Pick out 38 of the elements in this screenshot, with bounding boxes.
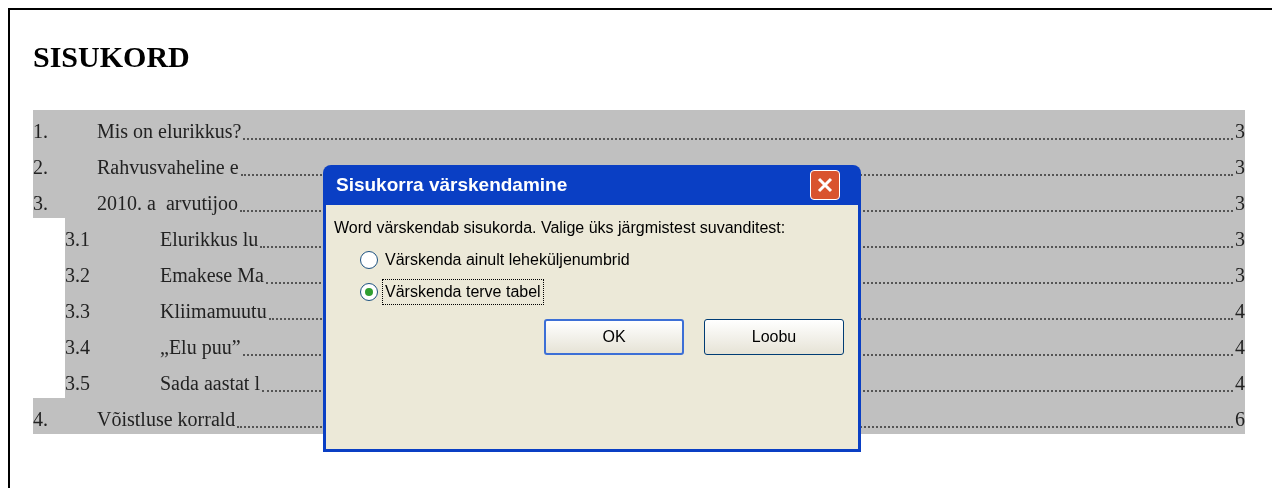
dialog-button[interactable]: Loobu bbox=[704, 319, 844, 355]
dialog-message: Word värskendab sisukorda. Valige üks järgmistest suvanditest: bbox=[334, 218, 787, 238]
close-button[interactable] bbox=[810, 170, 840, 200]
toc-page-number: 3 bbox=[1235, 119, 1245, 144]
toc-page-number: 4 bbox=[1235, 371, 1245, 396]
toc-page-number: 3 bbox=[1235, 263, 1245, 288]
toc-title: Kliimamuutu bbox=[160, 299, 267, 324]
toc-number: 3. bbox=[33, 191, 49, 216]
toc-number: 4. bbox=[33, 407, 49, 432]
toc-number: 3.4 bbox=[65, 335, 91, 360]
toc-title: Mis on elurikkus? bbox=[97, 119, 242, 144]
option-label[interactable]: Värskenda ainult leheküljenumbrid bbox=[382, 247, 633, 273]
document-heading: SISUKORD bbox=[33, 39, 191, 75]
toc-title: Elurikkus lu bbox=[160, 227, 259, 252]
radio-button[interactable] bbox=[360, 283, 378, 301]
dialog-title: Sisukorra värskendamine bbox=[336, 172, 568, 197]
toc-number: 3.2 bbox=[65, 263, 91, 288]
close-icon bbox=[817, 177, 833, 193]
radio-button[interactable] bbox=[360, 251, 378, 269]
toc-number: 3.3 bbox=[65, 299, 91, 324]
toc-title: Rahvusvaheline e bbox=[97, 155, 239, 180]
toc-title: „Elu puu” bbox=[160, 335, 241, 361]
toc-page-number: 6 bbox=[1235, 407, 1245, 432]
toc-number: 3.1 bbox=[65, 227, 91, 252]
toc-title: 2010. a arvutijoo bbox=[97, 191, 239, 217]
toc-page-number: 4 bbox=[1235, 335, 1245, 360]
dialog-button[interactable]: OK bbox=[544, 319, 684, 355]
toc-number: 1. bbox=[33, 119, 49, 144]
toc-page-number: 3 bbox=[1235, 191, 1245, 216]
toc-number: 2. bbox=[33, 155, 49, 180]
toc-page-number: 3 bbox=[1235, 227, 1245, 252]
option-label[interactable]: Värskenda terve tabel bbox=[382, 279, 544, 305]
toc-page-number: 3 bbox=[1235, 155, 1245, 180]
toc-title: Võistluse korrald bbox=[97, 407, 236, 432]
toc-title: Sada aastat l bbox=[160, 371, 260, 396]
toc-number: 3.5 bbox=[65, 371, 91, 396]
toc-title: Emakese Ma bbox=[160, 263, 264, 288]
toc-page-number: 4 bbox=[1235, 299, 1245, 324]
